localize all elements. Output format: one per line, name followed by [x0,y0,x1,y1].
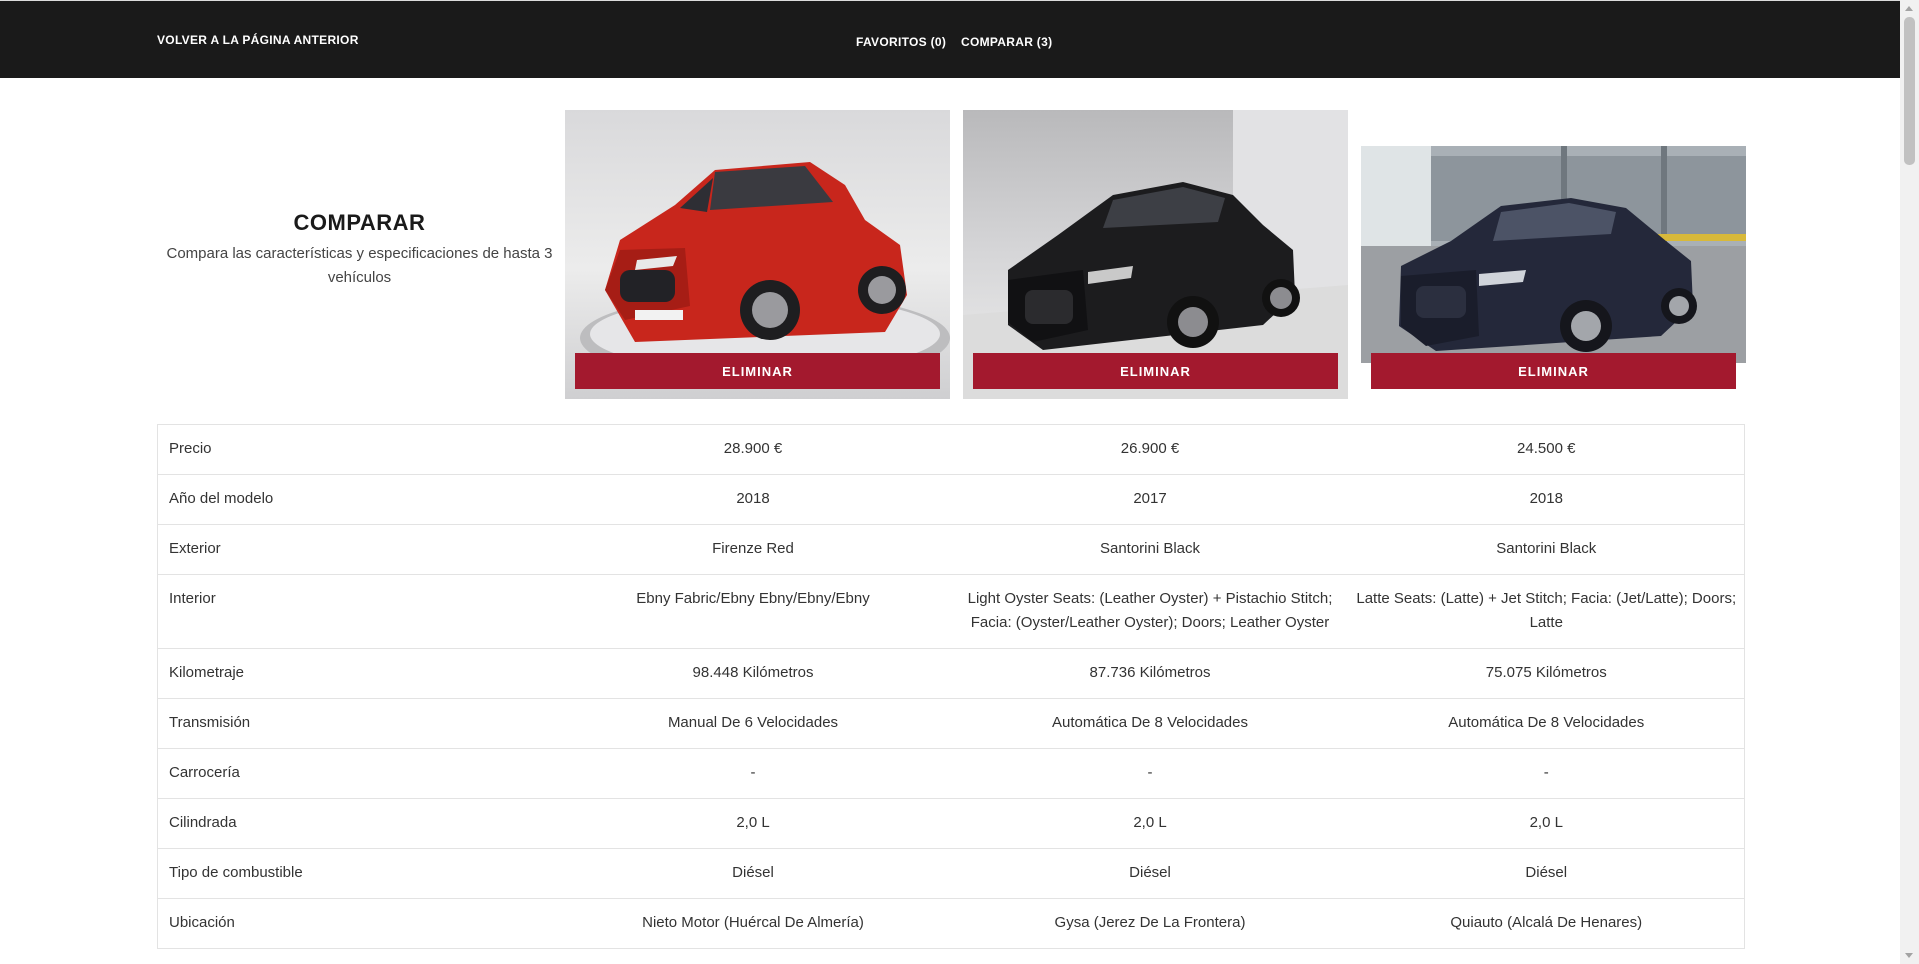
car-card-2: ELIMINAR [963,110,1348,399]
spec-value: Santorini Black [1348,524,1745,575]
spec-value: Ebny Fabric/Ebny Ebny/Ebny/Ebny [554,574,952,649]
spec-value: 2,0 L [554,798,952,849]
spec-value: Automática De 8 Velocidades [951,698,1349,749]
spec-label-price: Precio [157,424,555,475]
spec-label-displacement: Cilindrada [157,798,555,849]
spec-value: 28.900 € [554,424,952,475]
spec-value: 26.900 € [951,424,1349,475]
scroll-down-arrow-icon[interactable] [1905,953,1913,958]
table-row: Carrocería - - - [157,748,1745,799]
compare-intro: COMPARAR Compara las características y e… [157,210,562,290]
remove-car-2-button[interactable]: ELIMINAR [973,353,1338,389]
comparison-table: Precio 28.900 € 26.900 € 24.500 € Año de… [157,424,1745,949]
table-row: Exterior Firenze Red Santorini Black San… [157,524,1745,575]
spec-value: 2017 [951,474,1349,525]
compare-link[interactable]: COMPARAR (3) [961,35,1052,49]
spec-label-exterior: Exterior [157,524,555,575]
spec-value: Automática De 8 Velocidades [1348,698,1745,749]
spec-value: Quiauto (Alcalá De Henares) [1348,898,1745,949]
spec-value: Gysa (Jerez De La Frontera) [951,898,1349,949]
spec-value: Diésel [554,848,952,899]
spec-label-body: Carrocería [157,748,555,799]
spec-value: 2018 [554,474,952,525]
spec-label-fuel-type: Tipo de combustible [157,848,555,899]
spec-value: Latte Seats: (Latte) + Jet Stitch; Facia… [1348,574,1745,649]
page-scrollbar[interactable] [1900,0,1919,964]
car-card-1: ELIMINAR [565,110,950,399]
spec-value: - [554,748,952,799]
table-row: Transmisión Manual De 6 Velocidades Auto… [157,698,1745,749]
spec-value: 87.736 Kilómetros [951,648,1349,699]
scroll-up-arrow-icon[interactable] [1905,6,1913,11]
remove-car-3-button[interactable]: ELIMINAR [1371,353,1736,389]
spec-value: Firenze Red [554,524,952,575]
car-card-3: ELIMINAR [1361,110,1746,399]
favorites-link[interactable]: FAVORITOS (0) [856,35,946,49]
table-row: Cilindrada 2,0 L 2,0 L 2,0 L [157,798,1745,849]
table-row: Año del modelo 2018 2017 2018 [157,474,1745,525]
table-row: Ubicación Nieto Motor (Huércal De Almerí… [157,898,1745,949]
spec-value: - [1348,748,1745,799]
table-row: Interior Ebny Fabric/Ebny Ebny/Ebny/Ebny… [157,574,1745,649]
page-subtitle: Compara las características y especifica… [166,245,553,286]
spec-value: Light Oyster Seats: (Leather Oyster) + P… [951,574,1349,649]
table-row: Tipo de combustible Diésel Diésel Diésel [157,848,1745,899]
spec-value: Diésel [1348,848,1745,899]
spec-label-location: Ubicación [157,898,555,949]
spec-value: 24.500 € [1348,424,1745,475]
spec-label-model-year: Año del modelo [157,474,555,525]
spec-value: 2018 [1348,474,1745,525]
spec-value: 98.448 Kilómetros [554,648,952,699]
spec-value: Nieto Motor (Huércal De Almería) [554,898,952,949]
spec-value: 2,0 L [951,798,1349,849]
back-link[interactable]: VOLVER A LA PÁGINA ANTERIOR [157,33,359,47]
top-navigation-bar: VOLVER A LA PÁGINA ANTERIOR FAVORITOS (0… [0,0,1900,78]
table-row: Kilometraje 98.448 Kilómetros 87.736 Kil… [157,648,1745,699]
spec-label-transmission: Transmisión [157,698,555,749]
spec-value: 75.075 Kilómetros [1348,648,1745,699]
remove-car-1-button[interactable]: ELIMINAR [575,353,940,389]
spec-label-interior: Interior [157,574,555,649]
dark-blue-sedan-photo-icon [1361,146,1746,363]
spec-value: - [951,748,1349,799]
page-title: COMPARAR [293,210,426,235]
car-photo-3[interactable] [1361,146,1746,363]
scroll-thumb[interactable] [1904,17,1915,165]
spec-value: Manual De 6 Velocidades [554,698,952,749]
spec-value: Santorini Black [951,524,1349,575]
spec-value: 2,0 L [1348,798,1745,849]
table-row: Precio 28.900 € 26.900 € 24.500 € [157,424,1745,475]
spec-value: Diésel [951,848,1349,899]
spec-label-mileage: Kilometraje [157,648,555,699]
